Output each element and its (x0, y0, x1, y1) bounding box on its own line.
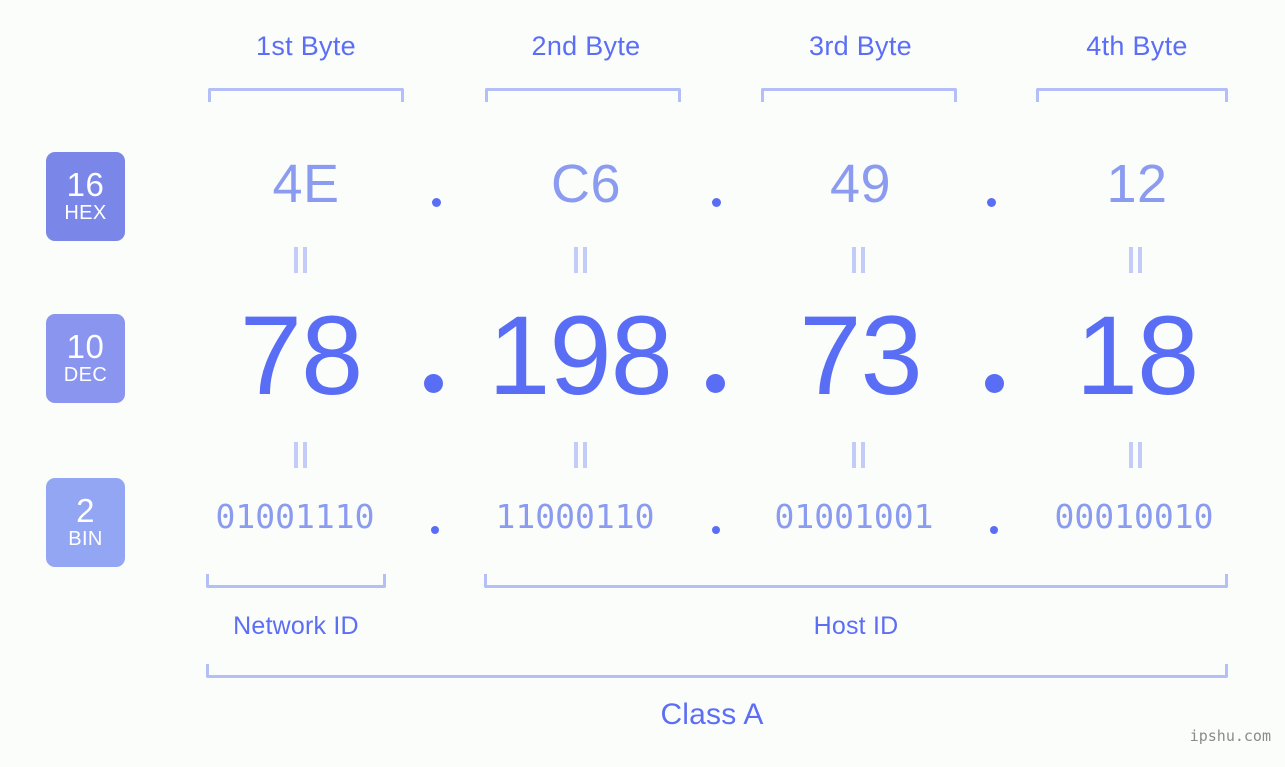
bin-separator-dot-1 (431, 526, 439, 534)
dec-separator-dot-3 (985, 374, 1004, 393)
equals-mark-hex-dec-1 (293, 247, 309, 273)
equals-mark-hex-dec-4 (1128, 247, 1144, 273)
base-badge-bin-number: 2 (76, 491, 95, 529)
base-badge-hex-number: 16 (66, 165, 105, 203)
dec-octet-1: 78 (239, 293, 364, 418)
site-watermark: ipshu.com (1189, 727, 1271, 745)
dec-octet-3: 73 (799, 293, 923, 418)
dec-octet-2: 198 (488, 293, 673, 418)
hex-separator-dot-1 (432, 198, 441, 207)
class-bracket (206, 664, 1228, 678)
hex-separator-dot-2 (712, 198, 721, 207)
dec-separator-dot-1 (424, 374, 443, 393)
hex-octet-1: 4E (272, 154, 340, 214)
byte-header-4: 4th Byte (1086, 31, 1188, 61)
base-badge-hex: 16 HEX (46, 152, 125, 241)
equals-mark-dec-bin-2 (573, 442, 589, 468)
network-id-label: Network ID (233, 612, 359, 640)
hex-separator-dot-3 (987, 198, 996, 207)
base-badge-dec-number: 10 (66, 327, 105, 365)
bin-separator-dot-3 (990, 526, 998, 534)
byte-header-2: 2nd Byte (531, 31, 641, 61)
bin-octet-4: 00010010 (1054, 497, 1214, 536)
base-badge-bin: 2 BIN (46, 478, 125, 567)
equals-mark-hex-dec-2 (573, 247, 589, 273)
bin-separator-dot-2 (712, 526, 720, 534)
equals-mark-dec-bin-4 (1128, 442, 1144, 468)
host-id-label: Host ID (813, 612, 899, 640)
base-badge-bin-label: BIN (68, 528, 103, 551)
byte-bracket-3 (761, 88, 957, 102)
base-badge-dec: 10 DEC (46, 314, 125, 403)
hex-octet-3: 49 (829, 154, 892, 214)
base-badge-dec-label: DEC (63, 364, 108, 387)
byte-bracket-2 (485, 88, 681, 102)
byte-header-3: 3rd Byte (809, 31, 912, 61)
hex-octet-4: 12 (1106, 154, 1168, 214)
ip-address-breakdown-diagram: 1st Byte 2nd Byte 3rd Byte 4th Byte 16 H… (0, 0, 1285, 767)
byte-header-1: 1st Byte (256, 31, 356, 61)
dec-separator-dot-2 (706, 374, 725, 393)
dec-octet-4: 18 (1075, 293, 1200, 418)
byte-bracket-1 (208, 88, 404, 102)
hex-octet-2: C6 (550, 154, 622, 214)
equals-mark-dec-bin-1 (293, 442, 309, 468)
class-label: Class A (660, 698, 764, 731)
host-id-bracket (484, 574, 1228, 588)
byte-bracket-4 (1036, 88, 1228, 102)
bin-octet-3: 01001001 (774, 497, 934, 536)
network-id-bracket (206, 574, 386, 588)
equals-mark-hex-dec-3 (851, 247, 867, 273)
bin-octet-2: 11000110 (495, 497, 655, 536)
base-badge-hex-label: HEX (64, 202, 107, 225)
equals-mark-dec-bin-3 (851, 442, 867, 468)
bin-octet-1: 01001110 (215, 497, 375, 536)
